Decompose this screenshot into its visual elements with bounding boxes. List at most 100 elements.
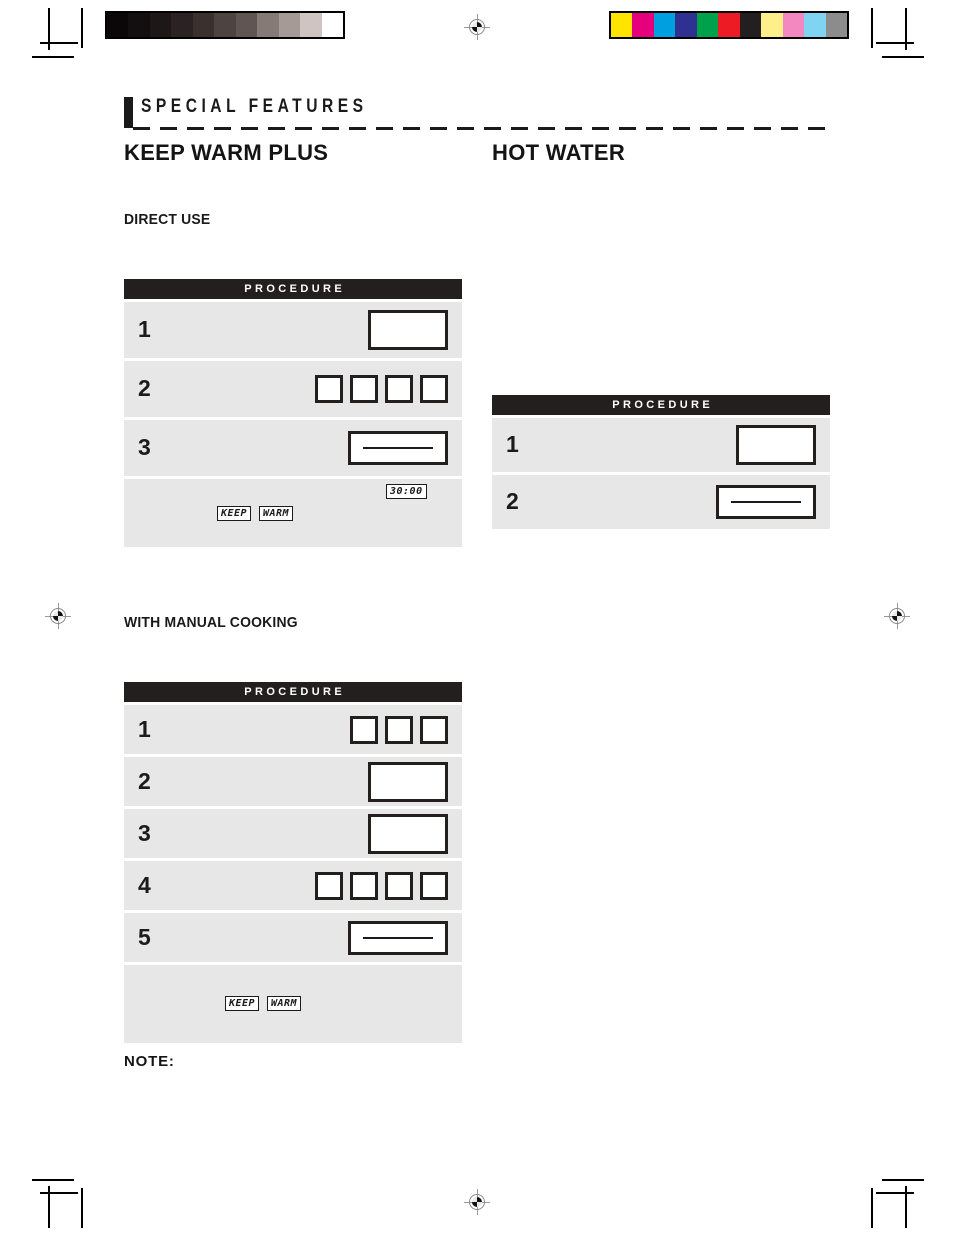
color-swatch — [782, 13, 805, 37]
section-header-accent-bar — [124, 97, 133, 128]
control-pad-key-icon[interactable] — [368, 761, 448, 802]
registration-target-left-middle — [45, 603, 71, 629]
grayscale-swatch — [257, 13, 279, 37]
procedure-step-row: 4 — [124, 861, 462, 910]
crop-mark-top-left-horizontal-outer — [32, 56, 74, 58]
page-title-keep-warm-plus: KEEP WARM PLUS — [124, 140, 329, 165]
keypad-square-key-icon[interactable] — [350, 375, 378, 403]
crop-mark-top-right-vertical-inner — [871, 8, 873, 48]
procedure-rows-with-manual-cooking: 1 2 3 4 5 — [124, 705, 462, 962]
start-bar-key-icon[interactable] — [348, 431, 448, 465]
crop-mark-top-left-vertical-inner — [81, 8, 83, 48]
note-label: NOTE: — [124, 1053, 175, 1070]
keypad-square-key-icon[interactable] — [350, 715, 378, 744]
keypad-square-key-icon[interactable] — [385, 375, 413, 403]
procedure-step-row: 1 — [492, 418, 830, 472]
step-key-illustrations — [350, 715, 448, 744]
procedure-rows-direct-use: 1 2 3 — [124, 302, 462, 476]
crop-mark-bottom-left-vertical-inner — [81, 1188, 83, 1228]
procedure-step-row: 3 — [124, 809, 462, 858]
grayscale-swatch — [300, 13, 322, 37]
color-swatch — [825, 13, 847, 37]
crop-mark-bottom-right-horizontal-outer — [882, 1179, 924, 1181]
procedure-table-hot-water: PROCEDURE 12 — [492, 395, 830, 529]
lcd-indicator-keep: KEEP — [225, 996, 260, 1011]
step-number: 2 — [138, 767, 151, 794]
procedure-step-row: 5 — [124, 913, 462, 962]
section-header: SPECIAL FEATURES — [124, 96, 830, 130]
step-number: 4 — [138, 871, 151, 898]
step-key-illustrations — [736, 425, 816, 465]
procedure-step-row: 3 — [124, 420, 462, 476]
color-control-bar — [609, 11, 849, 39]
step-number: 1 — [506, 430, 519, 457]
step-key-illustrations — [315, 375, 448, 403]
color-swatch — [653, 13, 676, 37]
grayscale-swatch — [321, 13, 343, 37]
lcd-indicator-warm: WARM — [267, 996, 302, 1011]
step-key-illustrations — [368, 761, 448, 802]
manual-page: SPECIAL FEATURES KEEP WARM PLUS HOT WATE… — [0, 0, 954, 1235]
lcd-indicator-keep: KEEP — [217, 506, 252, 521]
procedure-table-header: PROCEDURE — [124, 279, 462, 299]
keypad-square-key-icon[interactable] — [350, 871, 378, 900]
start-bar-key-icon[interactable] — [348, 920, 448, 955]
step-key-illustrations — [368, 813, 448, 854]
procedure-rows-hot-water: 12 — [492, 418, 830, 529]
step-number: 3 — [138, 819, 151, 846]
keypad-square-key-icon[interactable] — [385, 715, 413, 744]
control-pad-key-icon[interactable] — [368, 813, 448, 854]
start-bar-line — [363, 936, 433, 939]
keypad-square-key-icon[interactable] — [420, 375, 448, 403]
crop-mark-bottom-right-horizontal-inner — [876, 1192, 914, 1194]
control-pad-key-icon[interactable] — [368, 310, 448, 350]
keypad-square-key-icon[interactable] — [420, 715, 448, 744]
color-swatch — [632, 13, 654, 37]
procedure-step-row: 2 — [124, 361, 462, 417]
procedure-display-row-direct-use: KEEP WARM 30:00 — [124, 479, 462, 547]
keypad-square-key-icon[interactable] — [420, 871, 448, 900]
step-key-illustrations — [368, 310, 448, 350]
procedure-step-row: 2 — [492, 475, 830, 529]
procedure-step-row: 1 — [124, 302, 462, 358]
lcd-timer-display: 30:00 — [386, 484, 427, 499]
grayscale-swatch — [192, 13, 215, 37]
color-swatch — [718, 13, 740, 37]
start-bar-line — [363, 447, 433, 449]
section-header-title: SPECIAL FEATURES — [141, 96, 368, 117]
step-number: 1 — [138, 315, 151, 342]
start-bar-key-icon[interactable] — [716, 485, 816, 519]
crop-mark-bottom-right-vertical-inner — [871, 1188, 873, 1228]
grayscale-swatch — [214, 13, 236, 37]
step-number: 2 — [138, 374, 151, 401]
procedure-step-row: 1 — [124, 705, 462, 754]
lcd-indicator-warm: WARM — [259, 506, 294, 521]
subheading-direct-use: DIRECT USE — [124, 211, 211, 228]
grayscale-step-wedge — [105, 11, 345, 39]
grayscale-swatch — [149, 13, 172, 37]
color-swatch — [611, 13, 633, 37]
grayscale-swatch — [128, 13, 150, 37]
crop-mark-bottom-left-horizontal-inner — [40, 1192, 78, 1194]
color-swatch — [696, 13, 719, 37]
crop-mark-top-right-vertical-outer — [905, 8, 907, 50]
keypad-square-key-icon[interactable] — [315, 375, 343, 403]
color-swatch — [761, 13, 783, 37]
color-swatch — [804, 13, 826, 37]
control-pad-key-icon[interactable] — [736, 425, 816, 465]
procedure-display-row-with-manual-cooking: KEEP WARM — [124, 965, 462, 1043]
step-number: 1 — [138, 715, 151, 742]
step-number: 2 — [506, 487, 519, 514]
registration-target-right-middle — [884, 603, 910, 629]
crop-mark-top-right-horizontal-inner — [876, 42, 914, 44]
keypad-square-key-icon[interactable] — [315, 871, 343, 900]
step-key-illustrations — [315, 871, 448, 900]
registration-target-top-center — [464, 14, 490, 40]
procedure-table-header: PROCEDURE — [492, 395, 830, 415]
grayscale-swatch — [171, 13, 193, 37]
step-number: 3 — [138, 433, 151, 460]
keypad-square-key-icon[interactable] — [385, 871, 413, 900]
crop-mark-bottom-left-horizontal-outer — [32, 1179, 74, 1181]
step-key-illustrations — [348, 431, 448, 465]
procedure-table-direct-use: PROCEDURE 1 2 3 KEEP WARM 30:00 — [124, 279, 462, 547]
